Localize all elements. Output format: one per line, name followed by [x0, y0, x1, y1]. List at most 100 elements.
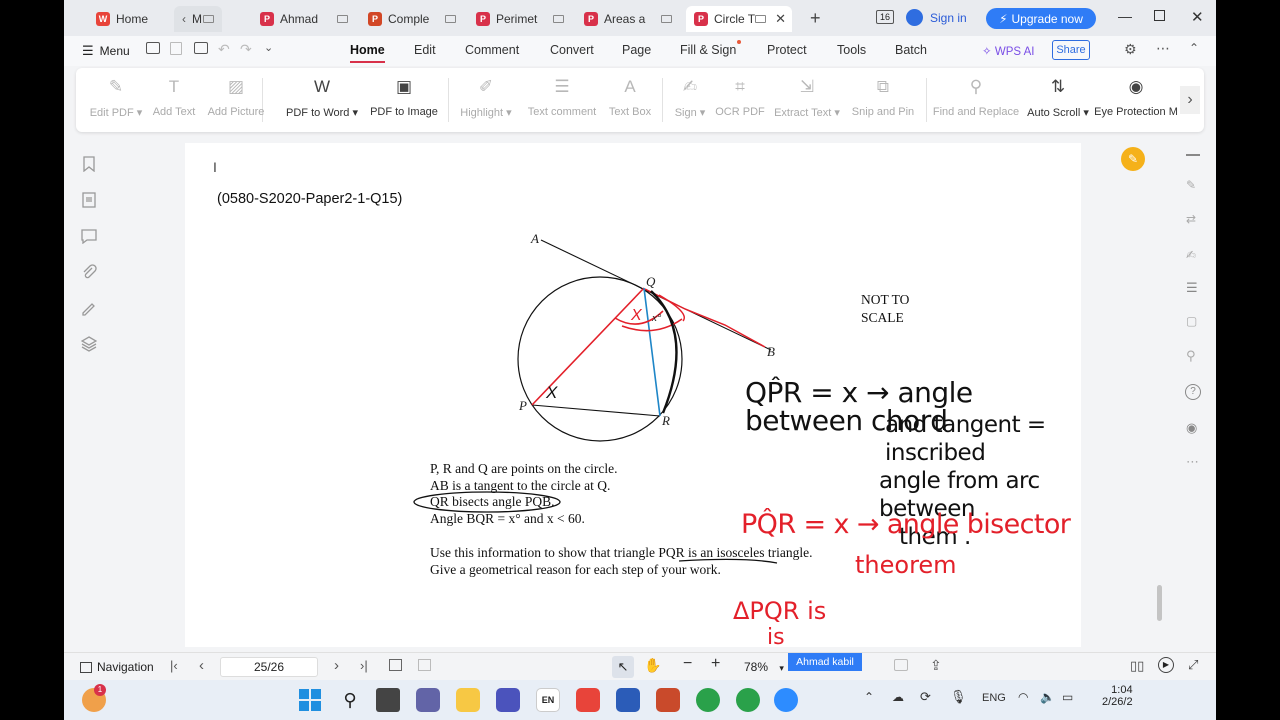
- wps-ai-button[interactable]: ✧ WPS AI: [982, 44, 1034, 58]
- sign-icon[interactable]: ✍: [1186, 248, 1196, 262]
- teams-icon[interactable]: [416, 688, 440, 712]
- sign-in-link[interactable]: Sign in: [930, 11, 967, 25]
- powerpoint-icon[interactable]: [656, 688, 680, 712]
- ribbon-scroll-right-icon[interactable]: ›: [1180, 86, 1200, 114]
- tab-ahmad[interactable]: P Ahmad: [252, 6, 356, 32]
- first-page-icon[interactable]: |‹: [170, 658, 178, 673]
- undo-icon[interactable]: ↶: [218, 41, 230, 58]
- taskbar-search-icon[interactable]: ⚲: [338, 688, 362, 712]
- wifi-icon[interactable]: ◠: [1018, 690, 1028, 704]
- tab-home[interactable]: W Home: [88, 6, 180, 32]
- restore-icon[interactable]: [1154, 10, 1165, 21]
- volume-icon[interactable]: 🔈: [1040, 690, 1055, 704]
- close-tab-icon[interactable]: ✕: [775, 11, 786, 27]
- list-icon[interactable]: ☰: [1186, 280, 1198, 296]
- extract-text-button[interactable]: ⇲ Extract Text ▾: [773, 76, 841, 119]
- auto-scroll-button[interactable]: ⇅ Auto Scroll ▾: [1024, 76, 1092, 119]
- upgrade-button[interactable]: ⚡ Upgrade now: [986, 8, 1096, 29]
- menu-edit[interactable]: Edit: [414, 43, 436, 57]
- more-icon[interactable]: ⋯: [1156, 40, 1170, 57]
- window-count-badge[interactable]: 16: [876, 10, 894, 24]
- onedrive-icon[interactable]: ☁: [892, 690, 904, 704]
- pdf-to-image-button[interactable]: ▣ PDF to Image: [370, 76, 438, 118]
- hand-tool-icon[interactable]: ✋: [644, 657, 661, 674]
- text-comment-button[interactable]: ☰ Text comment: [528, 76, 596, 118]
- user-avatar-icon[interactable]: [906, 9, 923, 26]
- thumbnail-icon[interactable]: [81, 192, 97, 208]
- menu-fill-sign[interactable]: Fill & Sign: [680, 43, 736, 57]
- file-explorer-icon[interactable]: [456, 688, 480, 712]
- chrome-icon[interactable]: [696, 688, 720, 712]
- comment-icon[interactable]: [81, 228, 97, 244]
- microphone-icon[interactable]: 🎙: [950, 689, 967, 705]
- attachment-icon[interactable]: [81, 264, 97, 280]
- pdf-page[interactable]: I (0580-S2020-Paper2-1-Q15) A Q B P R x°…: [185, 143, 1081, 647]
- sync-icon[interactable]: ⟳: [920, 689, 931, 705]
- bookmark-icon[interactable]: [81, 156, 97, 172]
- add-text-button[interactable]: T Add Text: [140, 76, 208, 118]
- chrome-profile-icon[interactable]: [736, 688, 760, 712]
- menu-home[interactable]: Home: [350, 43, 385, 63]
- minimize-icon[interactable]: —: [1118, 8, 1132, 24]
- zoom-level[interactable]: 78% ▾: [744, 660, 784, 674]
- help-icon[interactable]: ?: [1185, 384, 1201, 400]
- tab-circle[interactable]: P Circle T ✕: [686, 6, 792, 32]
- add-picture-button[interactable]: ▨ Add Picture: [202, 76, 270, 118]
- navigation-button[interactable]: Navigation: [80, 660, 154, 674]
- task-view-icon[interactable]: [376, 688, 400, 712]
- edit-icon[interactable]: ✎: [1186, 178, 1196, 192]
- convert-icon[interactable]: ⇄: [1186, 212, 1196, 226]
- language-indicator[interactable]: ENG: [982, 692, 1006, 704]
- zoom-out-icon[interactable]: −: [683, 655, 692, 673]
- prev-page-icon[interactable]: ‹: [199, 657, 204, 674]
- menu-convert[interactable]: Convert: [550, 43, 594, 57]
- menu-batch[interactable]: Batch: [895, 43, 927, 57]
- tab-perimet[interactable]: P Perimet: [468, 6, 572, 32]
- save-icon[interactable]: [170, 42, 182, 55]
- frame-icon[interactable]: ▢: [1186, 314, 1197, 328]
- menu-page[interactable]: Page: [622, 43, 651, 57]
- open-folder-icon[interactable]: [146, 42, 160, 54]
- word-icon[interactable]: [616, 688, 640, 712]
- tray-chevron-icon[interactable]: ⌃: [864, 690, 874, 704]
- last-page-icon[interactable]: ›|: [360, 658, 368, 673]
- windows-start-icon[interactable]: [298, 688, 322, 712]
- next-page-icon[interactable]: ›: [334, 657, 339, 674]
- layers-icon[interactable]: [81, 336, 97, 352]
- ocr-pdf-button[interactable]: ⌗ OCR PDF: [706, 76, 774, 118]
- language-app-icon[interactable]: EN: [536, 688, 560, 712]
- teams-work-icon[interactable]: [496, 688, 520, 712]
- play-icon[interactable]: ▶: [1158, 657, 1174, 673]
- settings-icon[interactable]: ⚙: [1124, 41, 1137, 58]
- clock[interactable]: 1:04 2/26/2: [1102, 684, 1133, 708]
- wps-taskbar-icon[interactable]: [576, 688, 600, 712]
- fit-back-icon[interactable]: [389, 659, 402, 671]
- tab-comple[interactable]: P Comple: [360, 6, 464, 32]
- chevron-down-icon[interactable]: ⌄: [264, 41, 273, 54]
- menu-button[interactable]: ☰ Menu: [82, 43, 130, 59]
- find-and-replace-button[interactable]: ⚲ Find and Replace: [933, 76, 1019, 118]
- print-icon[interactable]: [194, 42, 208, 54]
- menu-protect[interactable]: Protect: [767, 43, 807, 57]
- menu-tools[interactable]: Tools: [837, 43, 866, 57]
- text-box-button[interactable]: A Text Box: [596, 76, 664, 118]
- page-number-input[interactable]: 25/26: [220, 657, 318, 677]
- eye-protection-button[interactable]: ◉ Eye Protection M: [1094, 76, 1178, 118]
- select-tool-icon[interactable]: ↖: [612, 656, 634, 678]
- zoom-app-icon[interactable]: [774, 688, 798, 712]
- rotate-icon[interactable]: [894, 659, 908, 671]
- minus-icon[interactable]: [1186, 154, 1200, 156]
- menu-comment[interactable]: Comment: [465, 43, 519, 57]
- share-button[interactable]: Share: [1052, 40, 1090, 60]
- more-dots-icon[interactable]: ⋯: [1186, 454, 1199, 470]
- fullscreen-icon[interactable]: ⤢: [1188, 657, 1198, 673]
- highlight-button[interactable]: ✐ Highlight ▾: [452, 76, 520, 119]
- zoom-in-icon[interactable]: +: [711, 655, 720, 673]
- eye-icon[interactable]: ◉: [1186, 420, 1197, 436]
- vertical-scrollbar[interactable]: [1156, 143, 1164, 647]
- tab-m[interactable]: ‹ M: [174, 6, 222, 32]
- fit-forward-icon[interactable]: [418, 659, 431, 671]
- battery-icon[interactable]: ▭: [1062, 690, 1073, 704]
- signature-icon[interactable]: [81, 300, 97, 316]
- search-icon[interactable]: ⚲: [1186, 348, 1196, 364]
